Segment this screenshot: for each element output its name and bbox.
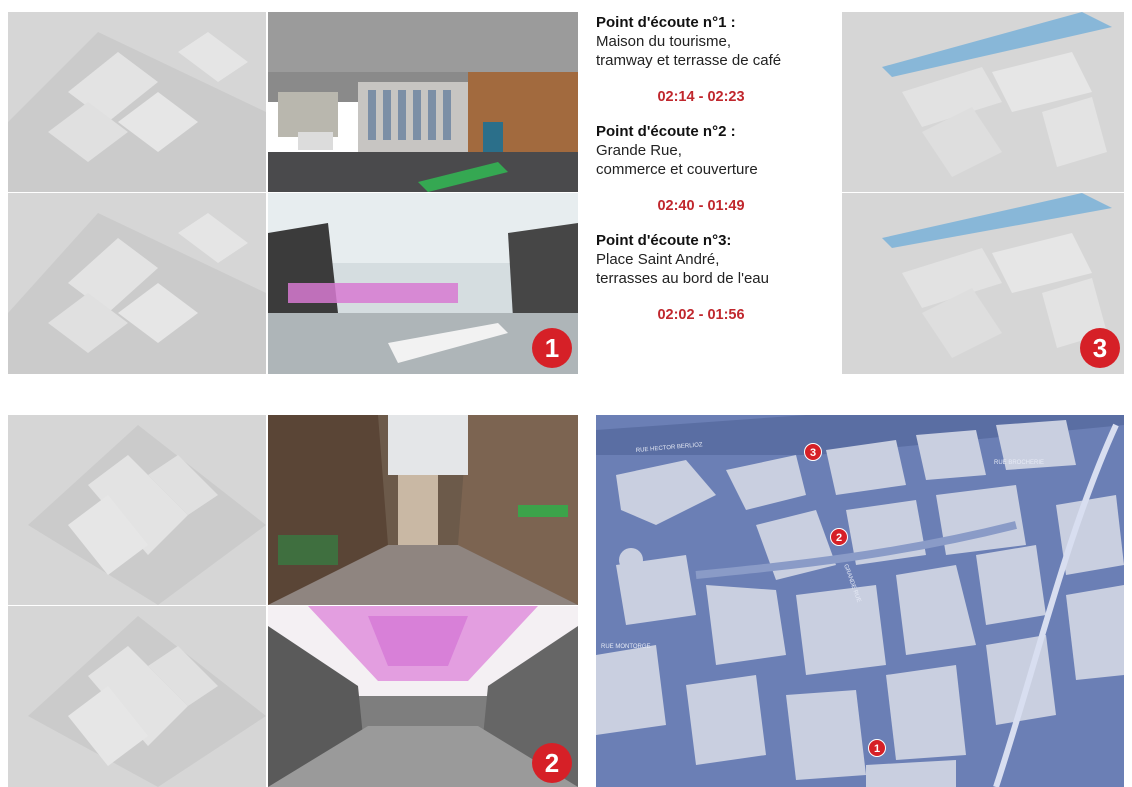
- model-view-2a: [8, 415, 266, 605]
- street-photo-2: [268, 415, 578, 605]
- point-title: Point d'écoute n°3:: [596, 232, 732, 249]
- model-view-1b: [8, 193, 266, 374]
- street-photo-1: [268, 12, 578, 192]
- point-desc-line-1: Place Saint André,: [596, 251, 720, 268]
- street-label-brocherie: RUE BROCHERIE: [994, 460, 1044, 466]
- street-photo-1-edited: 1: [268, 193, 578, 374]
- panel-number-badge-1: 1: [532, 328, 572, 368]
- point-desc-line-2: commerce et couverture: [596, 161, 758, 178]
- point-time-range: 02:40 - 01:49: [657, 198, 745, 214]
- city-map[interactable]: RUE HECTOR BERLIOZ RUE BROCHERIE RUE MON…: [596, 415, 1124, 787]
- point-desc-line-1: Grande Rue,: [596, 142, 682, 159]
- point-title: Point d'écoute n°1 :: [596, 14, 736, 31]
- listening-point-3: Point d'écoute n°3: Place Saint André, t…: [596, 232, 836, 323]
- listening-points-list: Point d'écoute n°1 : Maison du tourisme,…: [596, 14, 836, 341]
- street-photo-2-edited: 2: [268, 606, 578, 787]
- model-view-2b: [8, 606, 266, 787]
- listening-point-2: Point d'écoute n°2 : Grande Rue, commerc…: [596, 123, 836, 214]
- street-label-montorge: RUE MONTORGE: [601, 644, 651, 650]
- panel-number-badge-2: 2: [532, 743, 572, 783]
- map-pin-2[interactable]: 2: [830, 528, 848, 546]
- panel-number-badge-3: 3: [1080, 328, 1120, 368]
- point-desc-line-1: Maison du tourisme,: [596, 33, 732, 50]
- point-time-range: 02:02 - 01:56: [657, 307, 745, 323]
- model-view-1a: [8, 12, 266, 192]
- model-view-3b: 3: [842, 193, 1124, 374]
- map-pin-3[interactable]: 3: [804, 443, 822, 461]
- point-time-range: 02:14 - 02:23: [657, 89, 745, 105]
- point-desc-line-2: terrasses au bord de l'eau: [596, 270, 769, 287]
- point-title: Point d'écoute n°2 :: [596, 123, 736, 140]
- point-desc-line-2: tramway et terrasse de café: [596, 52, 782, 69]
- map-pin-1[interactable]: 1: [868, 739, 886, 757]
- model-view-3a: [842, 12, 1124, 192]
- listening-point-1: Point d'écoute n°1 : Maison du tourisme,…: [596, 14, 836, 105]
